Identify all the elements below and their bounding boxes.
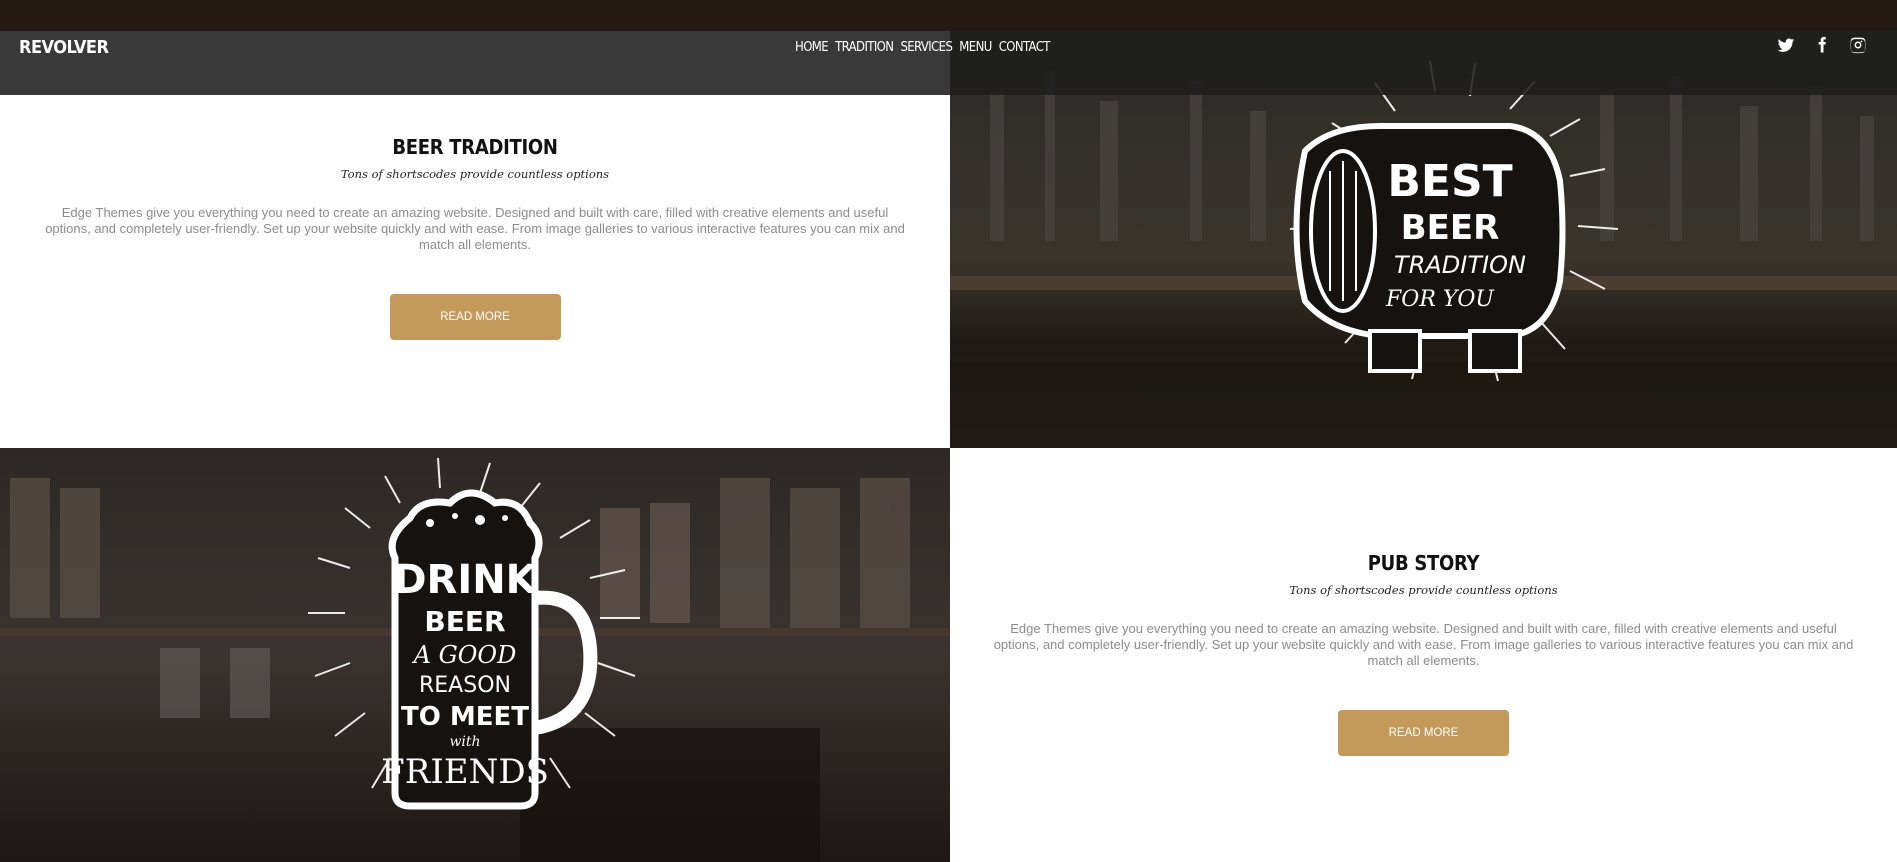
section-body: Edge Themes give you everything you need… bbox=[45, 205, 905, 252]
instagram-icon[interactable] bbox=[1849, 36, 1867, 54]
main-nav: HOME TRADITION SERVICES MENU CONTACT bbox=[795, 40, 1050, 55]
section-title: BEER TRADITION bbox=[392, 135, 558, 159]
beer-tradition-section: BEER TRADITION Tons of shortscodes provi… bbox=[0, 95, 950, 448]
section-subtitle: Tons of shortscodes provide countless op… bbox=[340, 167, 610, 181]
drink-beer-image-panel: DRINK BEER A GOOD REASON TO MEET with FR… bbox=[0, 448, 950, 862]
mug-text-drink: DRINK bbox=[393, 557, 538, 603]
barrel-text-beer: BEER bbox=[1401, 208, 1500, 248]
section-title: PUB STORY bbox=[1367, 551, 1480, 575]
twitter-icon[interactable] bbox=[1777, 36, 1795, 54]
top-strip bbox=[0, 0, 1897, 31]
mug-text-beer: BEER bbox=[424, 605, 505, 638]
logo[interactable]: REVOLVER bbox=[19, 37, 109, 58]
read-more-button[interactable]: READ MORE bbox=[389, 294, 561, 340]
nav-menu[interactable]: MENU bbox=[959, 40, 992, 55]
social-links bbox=[1777, 36, 1867, 54]
mug-text-with: with bbox=[449, 734, 480, 750]
site-header: REVOLVER HOME TRADITION SERVICES MENU CO… bbox=[0, 31, 1897, 95]
nav-home[interactable]: HOME bbox=[795, 40, 829, 55]
read-more-button[interactable]: READ MORE bbox=[1338, 710, 1509, 756]
drink-beer-illustration: DRINK BEER A GOOD REASON TO MEET with FR… bbox=[308, 457, 640, 810]
mug-text-a-good: A GOOD bbox=[412, 641, 517, 669]
mug-text-reason: REASON bbox=[419, 673, 511, 698]
section-body: Edge Themes give you everything you need… bbox=[993, 621, 1854, 668]
mug-text-to-meet: TO MEET bbox=[401, 702, 529, 732]
nav-contact[interactable]: CONTACT bbox=[999, 40, 1051, 55]
barrel-text-for-you: FOR YOU bbox=[1385, 287, 1495, 312]
nav-tradition[interactable]: TRADITION bbox=[835, 40, 894, 55]
mug-text-friends: FRIENDS bbox=[381, 752, 549, 792]
facebook-icon[interactable] bbox=[1813, 36, 1831, 54]
nav-services[interactable]: SERVICES bbox=[900, 40, 952, 55]
barrel-text-best: BEST bbox=[1387, 156, 1512, 207]
barrel-text-tradition: TRADITION bbox=[1394, 251, 1526, 279]
section-subtitle: Tons of shortscodes provide countless op… bbox=[1289, 583, 1558, 597]
pub-story-section: PUB STORY Tons of shortscodes provide co… bbox=[950, 448, 1897, 862]
